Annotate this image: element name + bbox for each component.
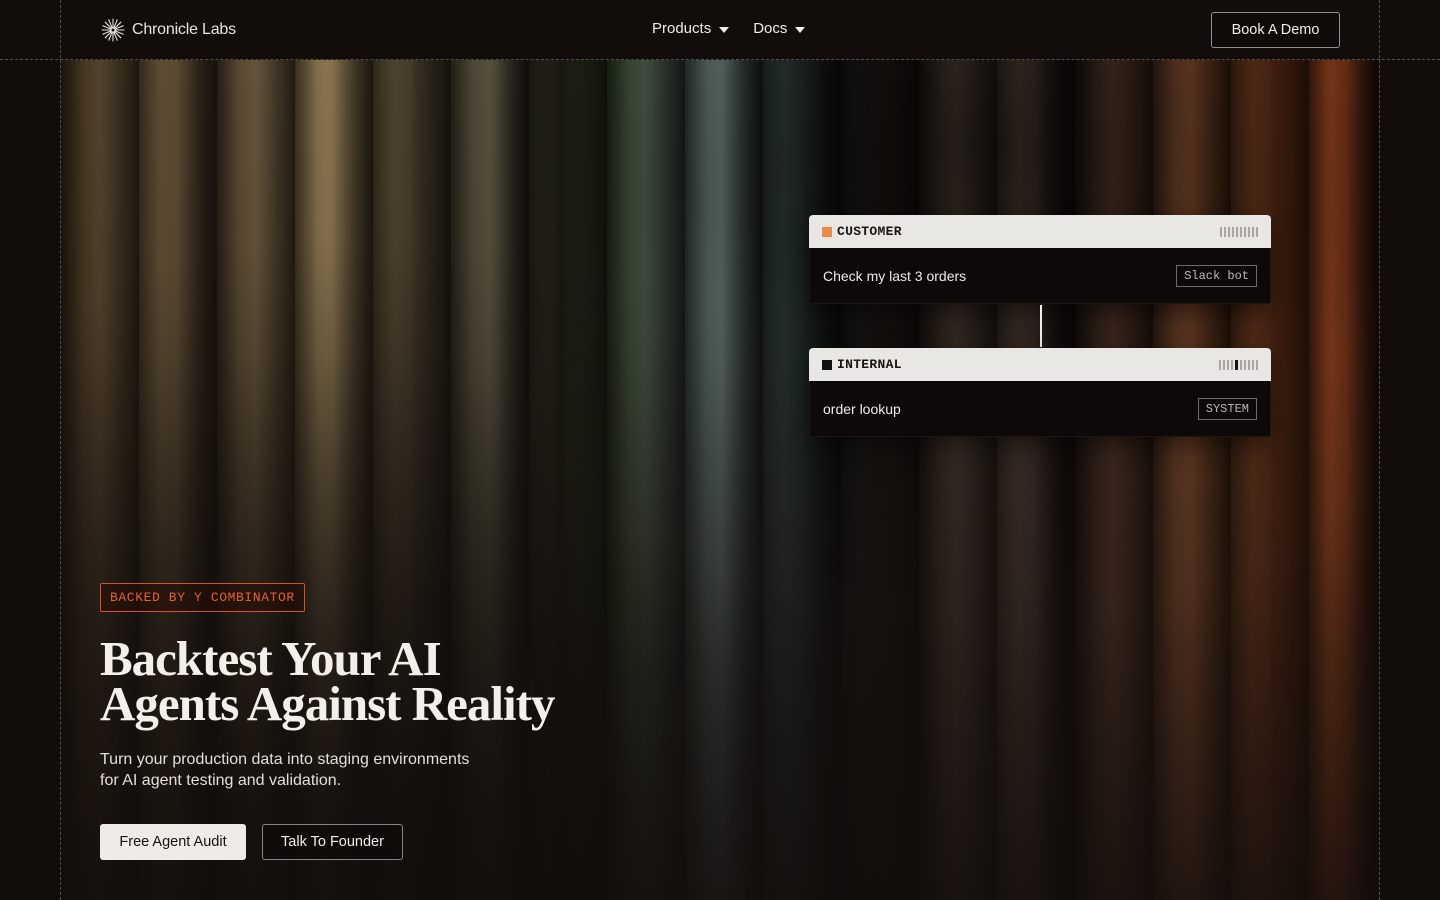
- card-message: Check my last 3 orders: [823, 267, 967, 284]
- page-title: Backtest Your AI Agents Against Reality: [100, 631, 660, 731]
- status-square-icon: [822, 226, 832, 237]
- chevron-down-icon: [719, 26, 730, 33]
- subtext-line-1: Turn your production data into staging e…: [100, 751, 470, 768]
- frame-guide-left: [60, 0, 61, 900]
- frame-guide-right: [1379, 0, 1380, 900]
- nav-menu: Products Docs: [652, 20, 806, 37]
- source-tag: SYSTEM: [1197, 397, 1257, 420]
- card-header: CUSTOMER: [809, 215, 1271, 248]
- hero-subtext: Turn your production data into staging e…: [100, 749, 520, 791]
- source-tag: Slack bot: [1176, 264, 1257, 287]
- internal-card: INTERNAL order lookup SYSTEM: [809, 348, 1271, 437]
- card-header: INTERNAL: [809, 348, 1271, 381]
- top-nav: Chronicle Labs Products Docs Book A Demo: [0, 0, 1440, 60]
- subtext-line-2: for AI agent testing and validation.: [100, 772, 342, 789]
- card-body: order lookup SYSTEM: [809, 381, 1271, 437]
- nav-item-label: Docs: [753, 20, 788, 37]
- logo-text: Chronicle Labs: [132, 21, 236, 38]
- nav-item-label: Products: [652, 20, 712, 37]
- starburst-icon: [101, 18, 125, 42]
- customer-card: CUSTOMER Check my last 3 orders Slack bo…: [809, 215, 1271, 304]
- card-message: order lookup: [823, 400, 901, 417]
- headline-line-1: Backtest Your AI: [100, 631, 442, 686]
- status-square-icon: [822, 359, 832, 370]
- yc-badge: BACKED BY Y COMBINATOR: [100, 583, 305, 612]
- nav-item-products[interactable]: Products: [652, 20, 730, 37]
- card-connector: [1040, 305, 1042, 347]
- book-demo-button[interactable]: Book A Demo: [1211, 12, 1340, 48]
- signal-bars-icon: [1220, 226, 1258, 237]
- headline-line-2: Agents Against Reality: [100, 676, 555, 731]
- free-agent-audit-button[interactable]: Free Agent Audit: [100, 824, 246, 860]
- signal-bars-icon: [1219, 359, 1258, 370]
- nav-item-docs[interactable]: Docs: [753, 20, 806, 37]
- chevron-down-icon: [795, 26, 806, 33]
- card-label: CUSTOMER: [837, 224, 902, 239]
- card-label: INTERNAL: [837, 357, 902, 372]
- logo-link[interactable]: Chronicle Labs: [100, 17, 236, 43]
- talk-to-founder-button[interactable]: Talk To Founder: [262, 824, 403, 860]
- card-body: Check my last 3 orders Slack bot: [809, 248, 1271, 304]
